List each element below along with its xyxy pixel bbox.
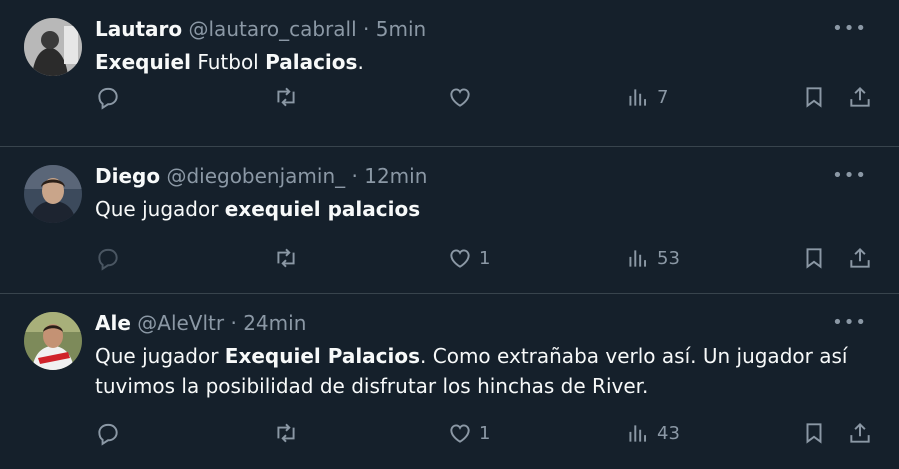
bookmark-button[interactable]: [801, 245, 827, 271]
share-icon: [850, 86, 870, 107]
views-button[interactable]: 7: [625, 84, 668, 110]
tweet-header: Lautaro @lautaro_cabrall · 5min: [95, 14, 883, 44]
views-button[interactable]: 53: [625, 245, 680, 271]
views-count: 53: [657, 247, 680, 269]
reply-icon: [98, 423, 118, 446]
like-count: 1: [479, 422, 491, 444]
tweet-actions: 1 53: [95, 243, 877, 273]
retweet-button[interactable]: [273, 245, 299, 271]
tweet-text: Que jugador Exequiel Palacios. Como extr…: [95, 341, 883, 401]
timestamp[interactable]: 24min: [243, 311, 306, 335]
author-name[interactable]: Ale: [95, 311, 131, 335]
more-icon[interactable]: •••: [832, 314, 867, 332]
avatar[interactable]: [24, 18, 82, 76]
tweet[interactable]: Ale @AleVltr · 24min Que jugador Exequie…: [0, 294, 899, 469]
views-count: 7: [657, 86, 669, 108]
avatar[interactable]: [24, 165, 82, 223]
text-segment: Exequiel: [95, 50, 191, 74]
like-icon: [450, 88, 470, 107]
views-icon: [629, 425, 647, 442]
views-icon: [629, 250, 647, 267]
like-button[interactable]: 1: [447, 245, 490, 271]
tweet-text: Exequiel Futbol Palacios.: [95, 47, 883, 77]
share-icon: [850, 247, 870, 268]
bookmark-button[interactable]: [801, 420, 827, 446]
bookmark-icon: [806, 423, 822, 444]
tweet-text: Que jugador exequiel palacios: [95, 194, 883, 224]
bookmark-button[interactable]: [801, 84, 827, 110]
reply-icon: [98, 87, 118, 110]
tweet-header: Ale @AleVltr · 24min: [95, 308, 883, 338]
timestamp[interactable]: 12min: [364, 164, 427, 188]
author-name[interactable]: Lautaro: [95, 17, 182, 41]
share-button[interactable]: [847, 84, 873, 110]
more-icon[interactable]: •••: [832, 167, 867, 185]
retweet-icon: [277, 248, 295, 268]
text-segment: Exequiel Palacios: [224, 344, 421, 368]
text-segment: Que jugador: [95, 197, 225, 221]
share-button[interactable]: [847, 245, 873, 271]
bookmark-icon: [806, 87, 822, 108]
more-icon[interactable]: •••: [832, 20, 867, 38]
share-button[interactable]: [847, 420, 873, 446]
text-segment: Palacios: [265, 50, 358, 74]
tweet[interactable]: Diego @diegobenjamin_ · 12min Que jugado…: [0, 147, 899, 294]
bookmark-icon: [806, 248, 822, 269]
text-segment: Que jugador: [95, 344, 225, 368]
text-segment: Futbol: [190, 50, 266, 74]
share-icon: [850, 422, 870, 443]
timestamp[interactable]: 5min: [376, 17, 426, 41]
retweet-icon: [277, 87, 295, 107]
reply-icon: [98, 248, 118, 271]
like-button[interactable]: [447, 84, 479, 110]
reply-button[interactable]: [95, 245, 121, 271]
tweet[interactable]: Lautaro @lautaro_cabrall · 5min Exequiel…: [0, 0, 899, 147]
retweet-icon: [277, 423, 295, 443]
reply-button[interactable]: [95, 420, 121, 446]
text-segment: .: [357, 50, 364, 74]
views-button[interactable]: 43: [625, 420, 680, 446]
author-name[interactable]: Diego: [95, 164, 160, 188]
tweet-actions: 7: [95, 82, 877, 112]
text-segment: exequiel palacios: [224, 197, 421, 221]
tweet-actions: 1 43: [95, 418, 877, 448]
retweet-button[interactable]: [273, 84, 299, 110]
retweet-button[interactable]: [273, 420, 299, 446]
separator: ·: [224, 311, 244, 335]
like-button[interactable]: 1: [447, 420, 490, 446]
reply-button[interactable]: [95, 84, 121, 110]
author-handle[interactable]: @AleVltr: [137, 311, 224, 335]
views-icon: [629, 89, 647, 106]
like-icon: [450, 424, 470, 443]
avatar[interactable]: [24, 312, 82, 370]
author-handle[interactable]: @diegobenjamin_: [166, 164, 345, 188]
views-count: 43: [657, 422, 680, 444]
author-handle[interactable]: @lautaro_cabrall: [189, 17, 357, 41]
tweet-header: Diego @diegobenjamin_ · 12min: [95, 161, 883, 191]
separator: ·: [345, 164, 365, 188]
separator: ·: [356, 17, 376, 41]
like-icon: [450, 249, 470, 268]
like-count: 1: [479, 247, 491, 269]
